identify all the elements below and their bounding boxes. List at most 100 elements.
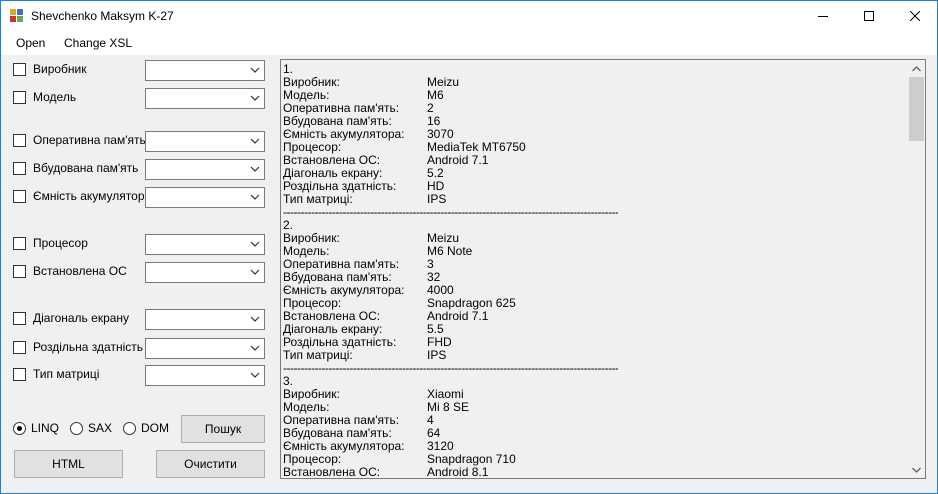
chevron-down-icon [250,166,260,172]
filter-model: Модель [13,88,265,109]
menu-bar: Open Change XSL [1,31,937,55]
record-field: Роздільна здатність: HD [283,180,905,193]
model-combo[interactable] [145,88,265,109]
result-record: 3. Виробник: Xiaomi Модель: Mi 8 SE Оперативн… [283,375,905,479]
radio-sax-label: SAX [88,421,113,435]
close-button[interactable] [892,1,938,31]
processor-combo[interactable] [145,234,265,255]
record-separator: ----------------------------------------… [283,362,618,375]
battery-combo[interactable] [145,187,265,208]
result-record: 2. Виробник: Meizu Модель: M6 Note Оперативна… [283,219,905,375]
diagonal-combo[interactable] [145,309,265,330]
scroll-up-button[interactable] [908,60,925,77]
chevron-down-icon [250,67,260,73]
chevron-down-icon [912,467,921,473]
storage-combo[interactable] [145,159,265,180]
scroll-down-button[interactable] [908,461,925,478]
os-label: Встановлена ОС [33,264,127,278]
resolution-label: Роздільна здатність [33,340,143,354]
chevron-down-icon [250,372,260,378]
radio-dom-dot[interactable] [123,422,136,435]
menu-open[interactable]: Open [16,36,45,50]
field-name: Встановлена ОС: [283,465,381,479]
filter-manufacturer: Виробник [13,60,265,81]
chevron-down-icon [250,345,260,351]
record-field: Ємність акумулятора: 3070 [283,128,905,141]
matrix-checkbox[interactable] [13,368,26,381]
manufacturer-checkbox[interactable] [13,63,26,76]
field-name: Тип матриці: [283,348,353,362]
search-button[interactable]: Пошук [181,415,265,443]
minimize-icon [818,16,828,17]
model-label: Модель [33,90,77,104]
filter-os: Встановлена ОС [13,262,265,283]
battery-checkbox[interactable] [13,190,26,203]
html-button[interactable]: HTML [14,450,123,478]
field-value: IPS [427,348,447,362]
matrix-combo[interactable] [145,365,265,386]
field-value: Android 8.1 [427,465,489,479]
ram-checkbox[interactable] [13,134,26,147]
os-combo[interactable] [145,262,265,283]
app-window: Shevchenko Maksym K-27 Open Change XSL В… [0,0,938,494]
record-field: Встановлена ОС: Android 8.1 [283,466,905,479]
chevron-down-icon [250,138,260,144]
chevron-down-icon [250,194,260,200]
radio-dom-label: DOM [141,421,169,435]
record-field: Ємність акумулятора: 3120 [283,440,905,453]
chevron-down-icon [250,269,260,275]
manufacturer-label: Виробник [33,62,87,76]
field-value: IPS [427,192,447,206]
diagonal-checkbox[interactable] [13,312,26,325]
radio-sax-dot[interactable] [70,422,83,435]
record-separator: ----------------------------------------… [283,206,618,219]
manufacturer-combo[interactable] [145,60,265,81]
resolution-checkbox[interactable] [13,341,26,354]
matrix-label: Тип матриці [33,367,100,381]
record-field: Тип матриці: IPS [283,349,905,362]
filter-panel: Виробник Модель Оперативна пам'ять Вбудо… [1,55,273,493]
clear-button[interactable]: Очистити [156,450,265,478]
field-name: Тип матриці: [283,192,353,206]
diagonal-label: Діагональ екрану [33,311,130,325]
ram-combo[interactable] [145,131,265,152]
record-field: Виробник: Meizu [283,76,905,89]
chevron-down-icon [250,95,260,101]
results-textbox[interactable]: 1. Виробник: Meizu Модель: M6 Оперативна пам'… [280,59,926,479]
radio-linq-label: LINQ [31,421,60,435]
model-checkbox[interactable] [13,91,26,104]
record-number: 1. [283,62,294,76]
scroll-thumb[interactable] [909,77,924,141]
record-field: Виробник: Meizu [283,232,905,245]
window-title: Shevchenko Maksym K-27 [31,9,174,23]
processor-label: Процесор [33,236,88,250]
filter-storage: Вбудована пам'ять [13,159,265,180]
close-icon [910,11,920,21]
chevron-down-icon [250,316,260,322]
title-bar[interactable]: Shevchenko Maksym K-27 [1,1,937,31]
record-field: Виробник: Xiaomi [283,388,905,401]
menu-change-xsl[interactable]: Change XSL [64,36,132,50]
record-field: Тип матриці: IPS [283,193,905,206]
maximize-button[interactable] [846,1,892,31]
filter-processor: Процесор [13,234,265,255]
filter-battery: Ємність акумулятора [13,187,265,208]
chevron-down-icon [250,241,260,247]
storage-label: Вбудована пам'ять [33,161,139,175]
app-icon [10,9,24,23]
ram-label: Оперативна пам'ять [33,133,146,147]
radio-linq-dot[interactable] [13,422,26,435]
processor-checkbox[interactable] [13,237,26,250]
result-record: 1. Виробник: Meizu Модель: M6 Оперативна пам'… [283,63,905,219]
os-checkbox[interactable] [13,265,26,278]
filter-diagonal: Діагональ екрану [13,309,265,330]
storage-checkbox[interactable] [13,162,26,175]
battery-label: Ємність акумулятора [33,189,152,203]
vertical-scrollbar[interactable] [908,60,925,478]
minimize-button[interactable] [800,1,846,31]
resolution-combo[interactable] [145,338,265,359]
filter-ram: Оперативна пам'ять [13,131,265,152]
filter-resolution: Роздільна здатність [13,338,265,359]
maximize-icon [864,11,874,21]
record-field: Ємність акумулятора: 4000 [283,284,905,297]
